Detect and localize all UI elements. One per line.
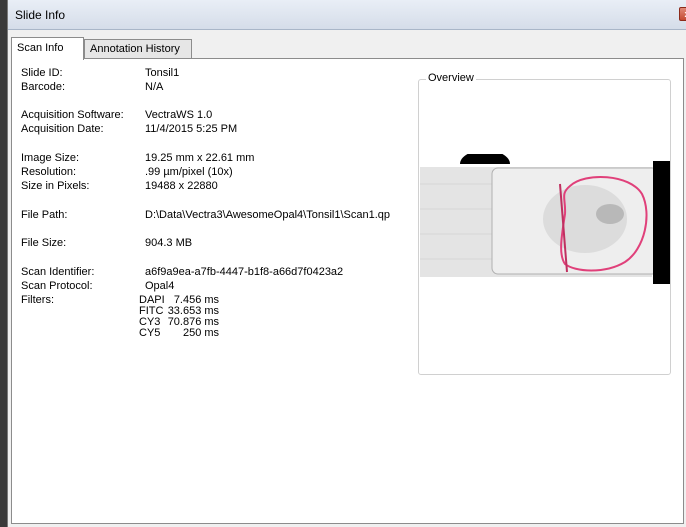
field-label: Size in Pixels: [21, 180, 90, 192]
field-label: Image Size: [21, 152, 80, 164]
filters-table: DAPI 7.456 ms FITC 33.653 ms CY3 70.876 ms … [139, 295, 222, 339]
field-label: Filters: [21, 294, 54, 306]
field-label: Scan Identifier: [21, 266, 95, 278]
slide-overview-image[interactable] [420, 154, 670, 289]
close-button[interactable]: x [679, 7, 686, 21]
field-label: File Size: [21, 237, 67, 249]
filter-name: CY5 [139, 327, 161, 339]
slide-info-window: Slide Info x Scan Info Annotation Histor… [7, 0, 686, 527]
field-label: Slide ID: [21, 67, 63, 79]
field-value: 19.25 mm x 22.61 mm [145, 152, 255, 164]
field-label: Acquisition Date: [21, 123, 104, 135]
field-label: Barcode: [21, 81, 66, 93]
title-bar[interactable]: Slide Info x [8, 0, 686, 30]
field-value: VectraWS 1.0 [145, 109, 213, 121]
field-label: File Path: [21, 209, 68, 221]
window-title: Slide Info [15, 8, 66, 22]
filter-exposure: 250 ms [182, 327, 220, 339]
field-value: N/A [145, 81, 164, 93]
field-label: Resolution: [21, 166, 77, 178]
overview-legend: Overview [426, 72, 476, 84]
slide-corner-mark [460, 154, 510, 164]
field-label: Scan Protocol: [21, 280, 93, 292]
slide-label-area [653, 161, 670, 284]
filter-row: CY5 250 ms [139, 328, 222, 339]
field-value: 19488 x 22880 [145, 180, 218, 192]
scan-info-panel: Slide ID: Tonsil1 Barcode: N/A Acquisiti… [11, 58, 684, 524]
tab-annotation-history[interactable]: Annotation History [84, 39, 192, 59]
field-value: a6f9a9ea-a7fb-4447-b1f8-a66d7f0423a2 [145, 266, 344, 278]
field-label: Acquisition Software: [21, 109, 124, 121]
field-value: 904.3 MB [145, 237, 193, 249]
field-value: Tonsil1 [145, 67, 180, 79]
tab-scan-info[interactable]: Scan Info [11, 37, 84, 60]
field-value: .99 µm/pixel (10x) [145, 166, 233, 178]
field-value: Opal4 [145, 280, 175, 292]
field-value: D:\Data\Vectra3\AwesomeOpal4\Tonsil1\Sca… [145, 209, 390, 221]
tissue-dark-region [596, 204, 624, 224]
field-value: 11/4/2015 5:25 PM [145, 123, 238, 135]
